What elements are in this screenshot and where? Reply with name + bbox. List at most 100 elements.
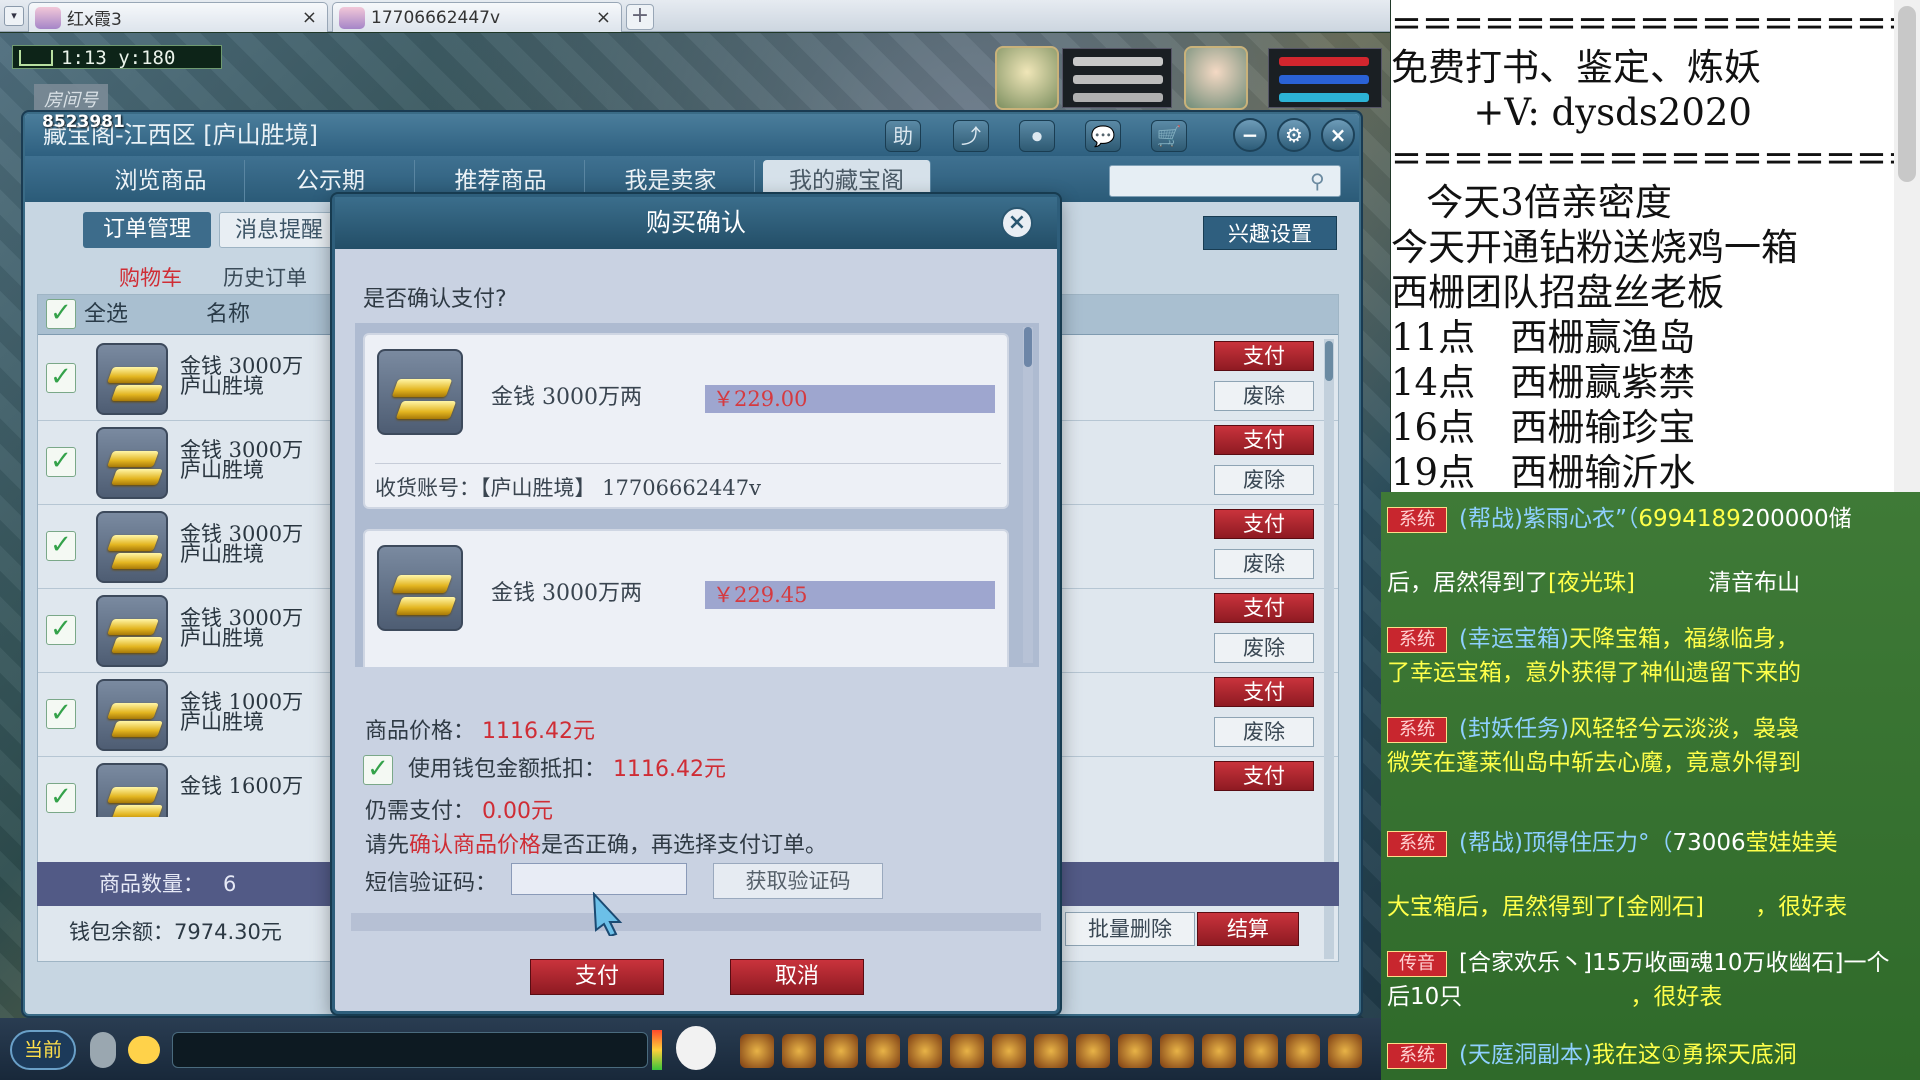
friend-icon[interactable] (1076, 1034, 1110, 1068)
search-input[interactable]: ⚲ (1109, 165, 1341, 197)
order-history-link[interactable]: 历史订单 (223, 262, 307, 292)
delete-button[interactable]: 废除 (1214, 381, 1314, 411)
get-code-button[interactable]: 获取验证码 (713, 863, 883, 899)
info-scrollbar[interactable] (1894, 0, 1920, 492)
pay-button[interactable]: 支付 (1214, 677, 1314, 707)
attack-icon[interactable] (740, 1034, 774, 1068)
chat-message: 系统 (帮战)紫雨心衣”（6994189200000储 (1387, 504, 1852, 534)
volume-meter (652, 1030, 662, 1070)
delete-button[interactable]: 废除 (1214, 549, 1314, 579)
select-all-checkbox[interactable]: ✓ (46, 299, 76, 329)
guild-icon[interactable] (1034, 1034, 1068, 1068)
channel-badge: 系统 (1387, 830, 1447, 857)
pay-button[interactable]: 支付 (1214, 593, 1314, 623)
new-tab-button[interactable]: + (626, 4, 654, 30)
row-checkbox[interactable]: ✓ (46, 531, 76, 561)
pet-mascot-icon[interactable] (676, 1026, 716, 1070)
item-bag-icon[interactable] (782, 1034, 816, 1068)
dialog-cancel-button[interactable]: 取消 (730, 959, 864, 995)
pet-portrait[interactable] (995, 46, 1059, 110)
tab-order-management[interactable]: 订单管理 (83, 212, 211, 248)
sms-code-input[interactable] (511, 863, 687, 895)
player-status-bars (1268, 48, 1382, 108)
gold-ingot-icon (96, 511, 168, 583)
wallet-deduct-value: 1116.42元 (613, 757, 726, 782)
pay-button[interactable]: 支付 (1214, 341, 1314, 371)
channel-badge: 系统 (1387, 626, 1447, 653)
gold-ingot-icon (96, 763, 168, 817)
chat-input[interactable] (172, 1032, 648, 1068)
chat-text: ，很好表 (1462, 984, 1723, 1010)
delete-button[interactable]: 废除 (1214, 633, 1314, 663)
chat-text: 200000储 (1740, 506, 1852, 532)
row-checkbox[interactable]: ✓ (46, 699, 76, 729)
chat-text: 莹娃娃美 (1745, 830, 1838, 856)
info-line: 西栅团队招盘丝老板 (1391, 271, 1724, 314)
pay-button[interactable]: 支付 (1214, 509, 1314, 539)
checkout-button[interactable]: 结算 (1197, 912, 1299, 946)
dialog-pay-button[interactable]: 支付 (530, 959, 664, 995)
row-checkbox[interactable]: ✓ (46, 615, 76, 645)
quest-icon[interactable] (992, 1034, 1026, 1068)
close-icon[interactable]: × (1001, 207, 1033, 239)
interest-settings-button[interactable]: 兴趣设置 (1203, 216, 1337, 250)
chat-icon[interactable]: 💬 (1085, 120, 1121, 152)
cart-icon[interactable]: 🛒 (1151, 120, 1187, 152)
ranking-icon[interactable] (1286, 1034, 1320, 1068)
chat-text: (天庭洞副本) (1459, 1042, 1592, 1068)
row-checkbox[interactable]: ✓ (46, 783, 76, 813)
system-icon[interactable] (1118, 1034, 1152, 1068)
chat-text: (帮战)紫雨心衣”（ (1459, 506, 1639, 532)
activity-icon[interactable] (1160, 1034, 1194, 1068)
delete-button[interactable]: 废除 (1214, 717, 1314, 747)
pay-button[interactable]: 支付 (1214, 425, 1314, 455)
pet-icon[interactable] (950, 1034, 984, 1068)
computer-icon[interactable] (1328, 1034, 1362, 1068)
team-icon[interactable] (908, 1034, 942, 1068)
gold-ingot-icon (96, 427, 168, 499)
tab-browse-goods[interactable]: 浏览商品 (77, 160, 245, 202)
tab-message-reminder[interactable]: 消息提醒 (219, 212, 339, 248)
batch-delete-button[interactable]: 批量删除 (1065, 912, 1195, 946)
item-count-label: 商品数量： (99, 872, 204, 896)
mouse-cursor-icon (592, 892, 623, 936)
order-list-scrollbar[interactable] (1023, 327, 1033, 663)
gear-icon[interactable]: ⚙ (1277, 118, 1311, 152)
close-icon[interactable]: × (302, 7, 317, 28)
gold-ingot-icon (96, 343, 168, 415)
microphone-icon[interactable] (90, 1032, 116, 1068)
trade-icon[interactable] (866, 1034, 900, 1068)
order-price: ￥229.45 (705, 581, 995, 609)
channel-current-button[interactable]: 当前 (10, 1030, 76, 1070)
give-icon[interactable] (824, 1034, 858, 1068)
search-icon[interactable]: ⚲ (1310, 169, 1334, 193)
emoji-icon[interactable] (128, 1036, 160, 1064)
stream-info-text: ======================= 免费打书、鉴定、炼妖 +V: d… (1391, 0, 1920, 495)
record-icon[interactable]: ⏺ (1019, 120, 1055, 152)
gift-icon[interactable] (1244, 1034, 1278, 1068)
chat-message: 大宝箱后，居然得到了[金刚石] ，很好表 (1387, 892, 1847, 922)
player-portrait[interactable] (1184, 46, 1248, 110)
row-checkbox[interactable]: ✓ (46, 363, 76, 393)
tab-menu-button[interactable]: ▾ (4, 6, 24, 26)
order-price: ￥229.00 (705, 385, 995, 413)
help-icon[interactable]: 助 (885, 120, 921, 152)
shopping-cart-link[interactable]: 购物车 (119, 262, 182, 292)
channel-badge: 系统 (1387, 506, 1447, 533)
delete-button[interactable]: 废除 (1214, 465, 1314, 495)
wallet-balance: 钱包余额：7974.30元 (69, 916, 282, 946)
close-icon[interactable]: × (1321, 118, 1355, 152)
gold-ingot-icon (96, 679, 168, 751)
browser-tab-1[interactable]: 红x霞3 × (28, 2, 328, 32)
share-icon[interactable]: ⤴ (953, 120, 989, 152)
wallet-deduct-checkbox[interactable]: ✓ (363, 755, 393, 785)
minimize-icon[interactable]: − (1233, 118, 1267, 152)
pay-button[interactable]: 支付 (1214, 761, 1314, 791)
browser-tab-2[interactable]: 17706662447v × (332, 2, 622, 32)
mall-icon[interactable] (1202, 1034, 1236, 1068)
close-icon[interactable]: × (596, 7, 611, 28)
dialog-title: 购买确认 (335, 197, 1057, 249)
need-pay-line: 仍需支付： 0.00元 (365, 793, 553, 825)
row-item-server: 庐山胜境 (180, 710, 264, 734)
row-checkbox[interactable]: ✓ (46, 447, 76, 477)
